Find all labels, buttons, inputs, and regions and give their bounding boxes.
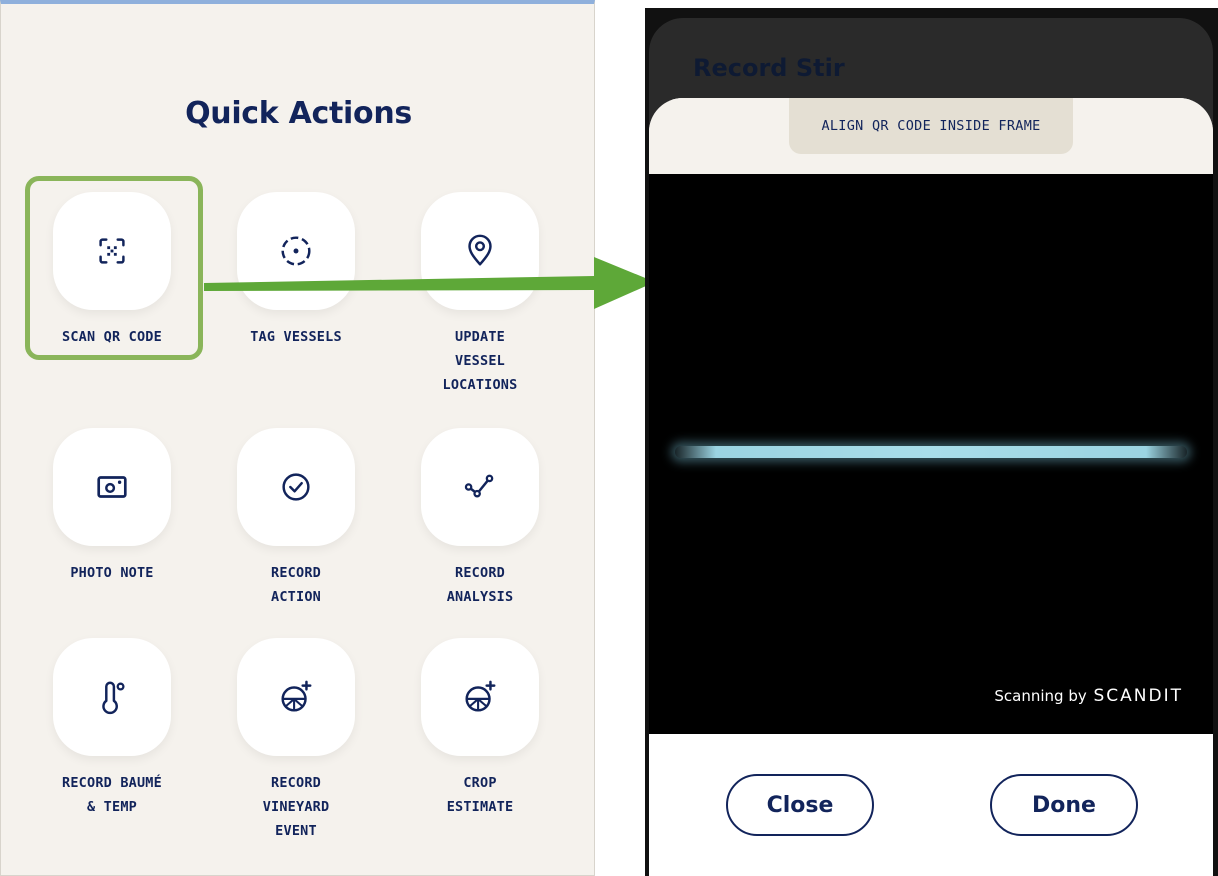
vineyard-add-icon xyxy=(281,680,312,712)
analysis-graph-icon xyxy=(464,474,494,498)
crop-estimate-button[interactable] xyxy=(421,638,539,756)
crop-estimate-tile[interactable]: CROP ESTIMATE xyxy=(405,638,555,819)
record-baume-temp-button[interactable] xyxy=(53,638,171,756)
record-analysis-button[interactable] xyxy=(421,428,539,546)
scanner-modal-header: ALIGN QR CODE INSIDE FRAME xyxy=(649,98,1213,174)
thermometer-icon xyxy=(102,681,125,715)
scanning-by-text: Scanning by xyxy=(994,687,1087,705)
record-analysis-label: RECORD ANALYSIS xyxy=(446,565,514,605)
camera-viewfinder[interactable]: Scanning by SCANDIT xyxy=(649,174,1213,734)
record-vineyard-event-tile[interactable]: RECORD VINEYARD EVENT xyxy=(221,638,371,843)
quick-actions-panel: Quick Actions SCAN QR CODE TAG VESSELS U… xyxy=(0,0,595,876)
record-vineyard-event-button[interactable] xyxy=(237,638,355,756)
close-button[interactable]: Close xyxy=(726,774,874,836)
photo-note-tile[interactable]: PHOTO NOTE xyxy=(37,428,187,585)
scan-qr-highlight xyxy=(25,176,203,360)
scanner-modal: ALIGN QR CODE INSIDE FRAME Scanning by S… xyxy=(649,98,1213,876)
record-action-label: RECORD ACTION xyxy=(271,565,321,605)
quick-actions-title: Quick Actions xyxy=(185,96,412,131)
crop-add-icon xyxy=(465,680,496,712)
background-sheet-title: Record Stir xyxy=(693,54,845,82)
camera-icon xyxy=(97,476,127,498)
scandit-brand: SCANDIT xyxy=(1093,686,1183,706)
record-action-button[interactable] xyxy=(237,428,355,546)
scandit-watermark: Scanning by SCANDIT xyxy=(994,686,1183,706)
record-vineyard-event-label: RECORD VINEYARD EVENT xyxy=(262,775,330,839)
record-analysis-tile[interactable]: RECORD ANALYSIS xyxy=(405,428,555,609)
crop-estimate-label: CROP ESTIMATE xyxy=(446,775,514,815)
check-circle-icon xyxy=(282,473,310,501)
done-button[interactable]: Done xyxy=(990,774,1138,836)
record-baume-temp-tile[interactable]: RECORD BAUMÉ & TEMP xyxy=(37,638,187,819)
update-vessel-locations-label: UPDATE VESSEL LOCATIONS xyxy=(442,329,518,393)
flow-arrow xyxy=(204,257,655,309)
scanner-phone-screen: Record Stir ALIGN QR CODE INSIDE FRAME S… xyxy=(645,8,1218,876)
record-action-tile[interactable]: RECORD ACTION xyxy=(221,428,371,609)
tag-vessels-label: TAG VESSELS xyxy=(250,329,342,345)
photo-note-button[interactable] xyxy=(53,428,171,546)
align-instruction: ALIGN QR CODE INSIDE FRAME xyxy=(789,98,1073,154)
scan-line xyxy=(675,446,1187,458)
photo-note-label: PHOTO NOTE xyxy=(70,565,154,581)
record-baume-temp-label: RECORD BAUMÉ & TEMP xyxy=(62,775,162,815)
phone-screen: Record Stir ALIGN QR CODE INSIDE FRAME S… xyxy=(649,18,1213,876)
